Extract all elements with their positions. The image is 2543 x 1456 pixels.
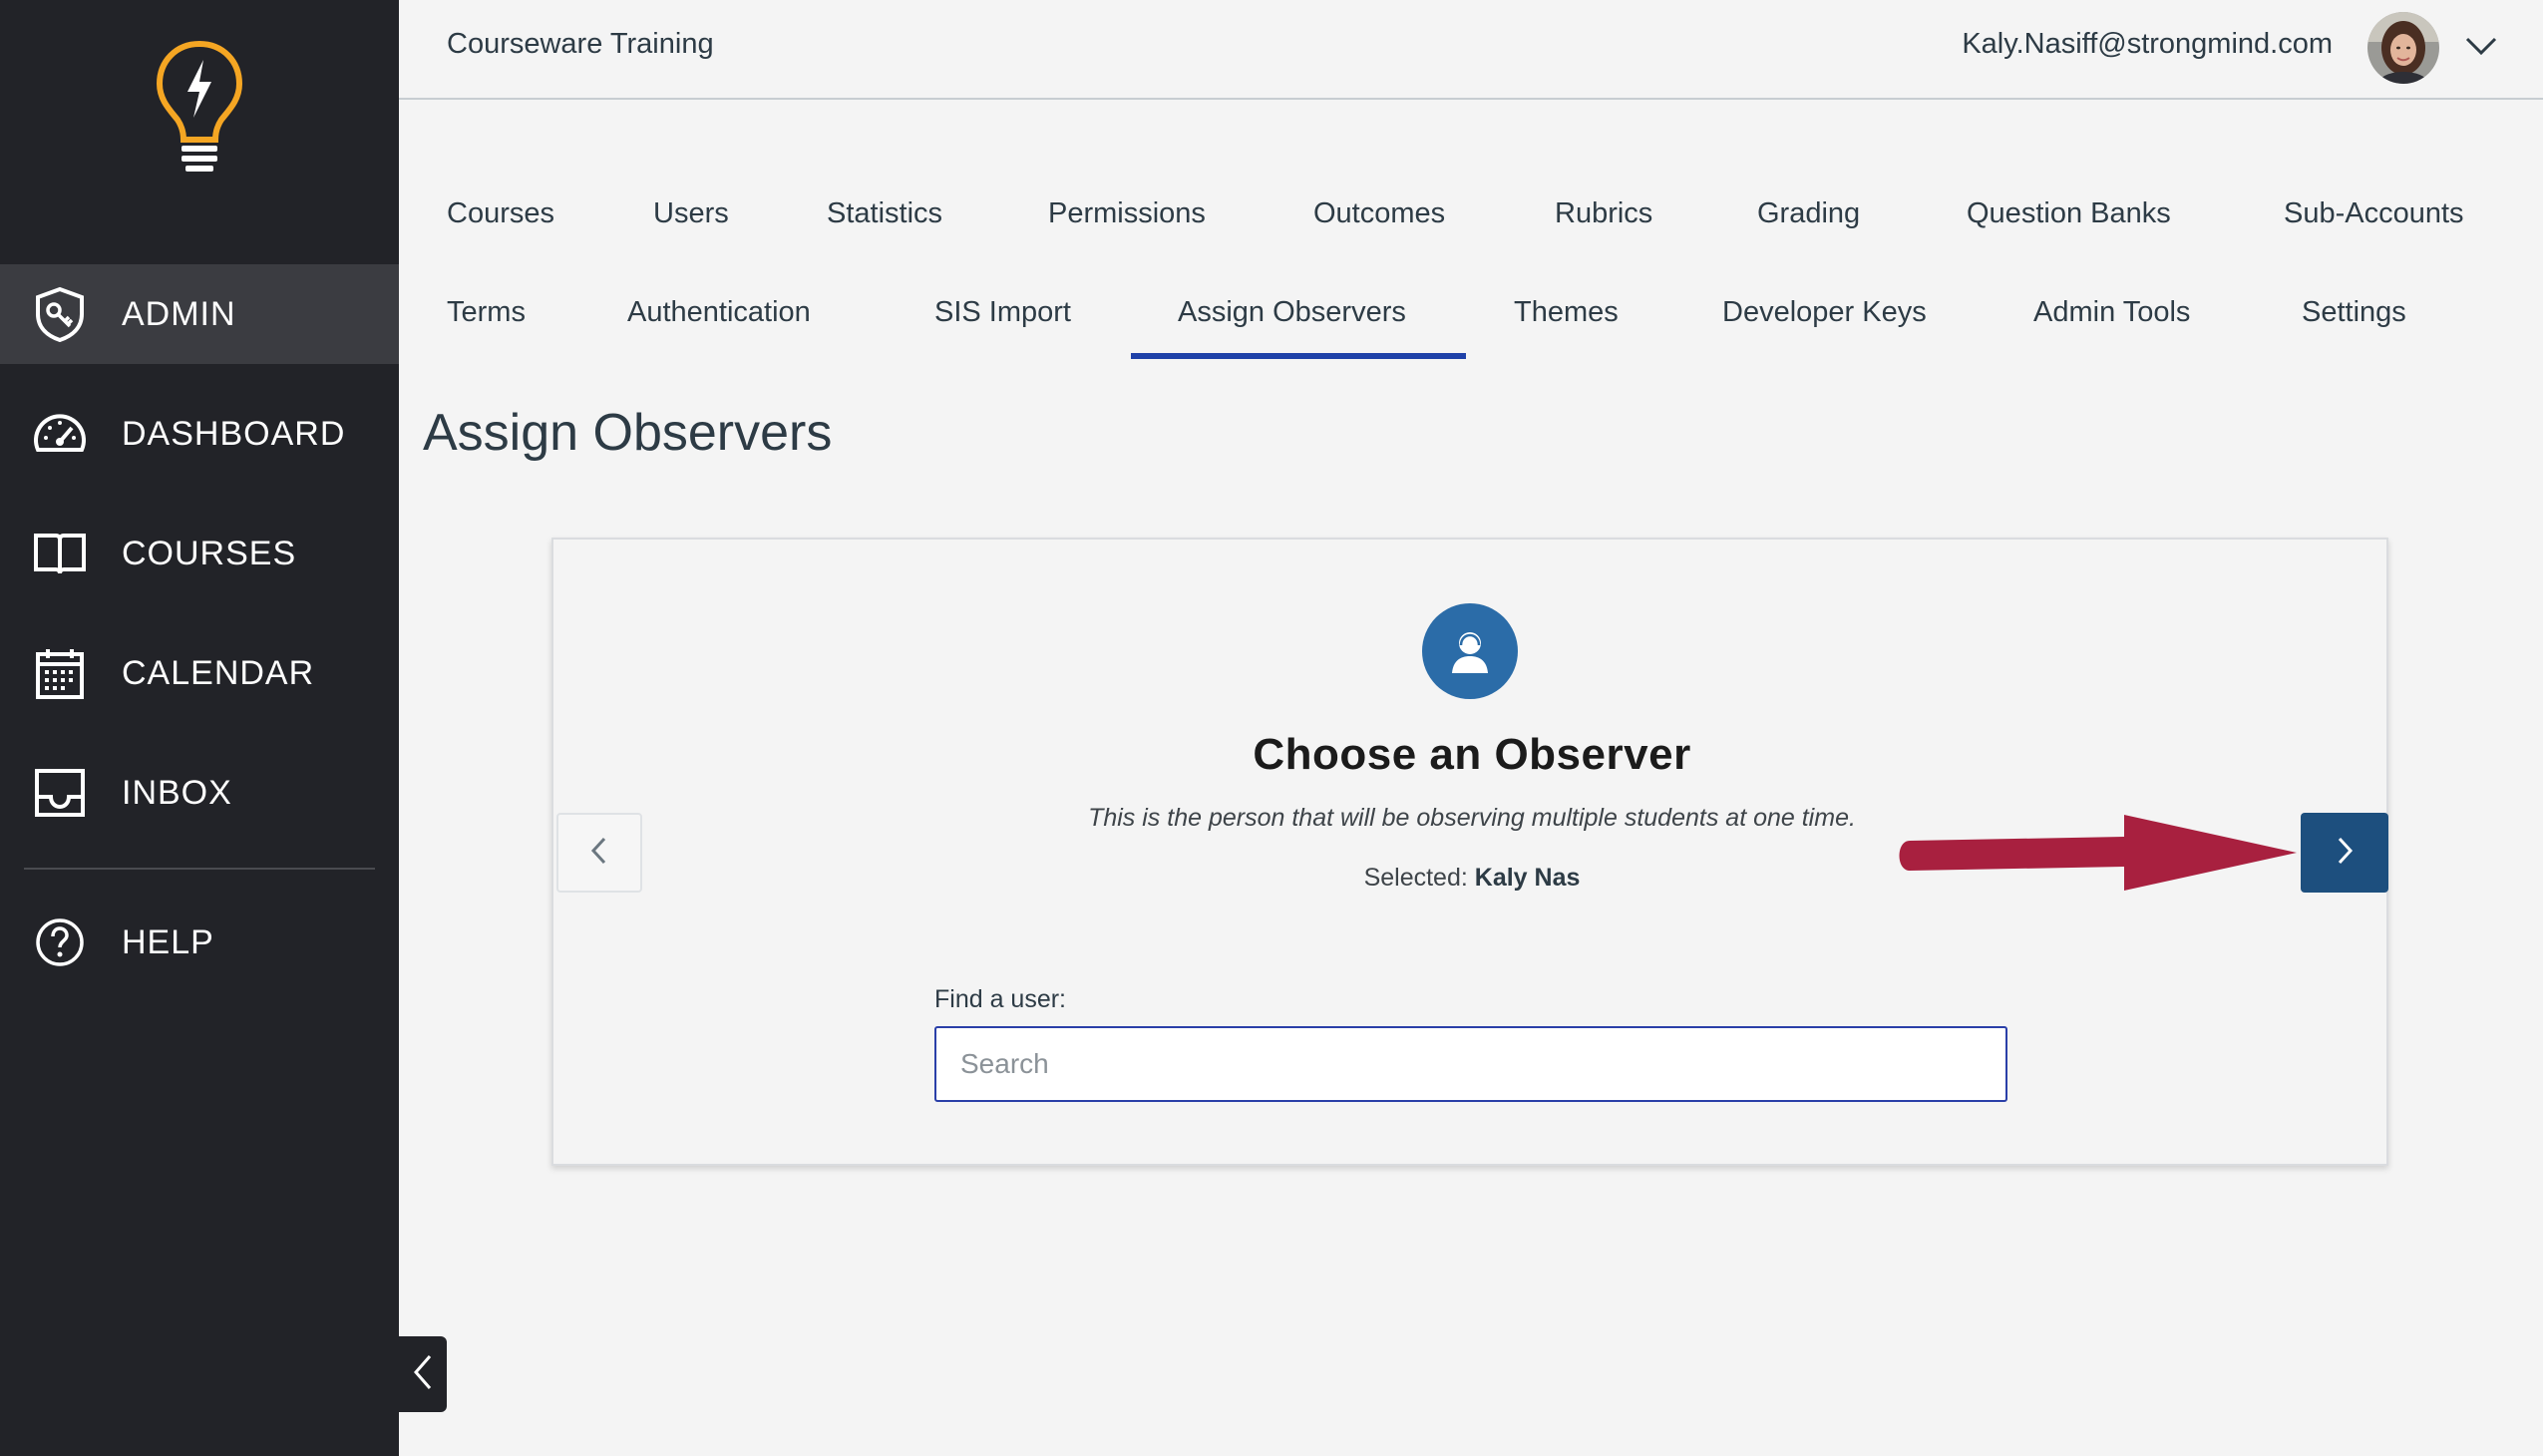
nav-item-courses[interactable]: COURSES xyxy=(0,504,399,603)
nav-item-label: DASHBOARD xyxy=(122,414,346,453)
nav-item-inbox[interactable]: INBOX xyxy=(0,743,399,843)
observer-wizard-card: Choose an Observer This is the person th… xyxy=(551,538,2388,1166)
nav-divider xyxy=(24,868,375,870)
nav-item-admin[interactable]: ADMIN xyxy=(0,264,399,364)
selected-label: Selected: xyxy=(1363,864,1468,892)
nav-item-label: HELP xyxy=(122,922,214,961)
tab-terms[interactable]: Terms xyxy=(447,296,526,329)
next-step-button[interactable] xyxy=(2301,813,2388,893)
previous-step-button[interactable] xyxy=(556,813,642,893)
chevron-right-icon xyxy=(2334,835,2356,872)
tab-question-banks[interactable]: Question Banks xyxy=(1967,197,2171,230)
chevron-down-icon[interactable] xyxy=(2463,28,2499,64)
tab-themes[interactable]: Themes xyxy=(1514,296,1619,329)
inbox-icon xyxy=(32,765,88,821)
global-nav-sidebar: ADMIN DASHBOARD COURSES CALENDAR INBOX H… xyxy=(0,0,399,1456)
lightbulb-logo-icon[interactable] xyxy=(150,36,249,176)
collapse-nav-button[interactable] xyxy=(399,1336,447,1412)
chevron-left-icon xyxy=(588,835,610,872)
tab-grading[interactable]: Grading xyxy=(1757,197,1860,230)
step-title: Choose an Observer xyxy=(1253,730,1691,779)
tab-rubrics[interactable]: Rubrics xyxy=(1555,197,1652,230)
nav-item-label: CALENDAR xyxy=(122,653,315,692)
book-icon xyxy=(32,526,88,581)
nav-item-label: ADMIN xyxy=(122,294,236,333)
annotation-arrow-icon xyxy=(1899,815,2297,891)
user-search-input[interactable] xyxy=(934,1026,2007,1102)
calendar-icon xyxy=(32,645,88,701)
tab-permissions[interactable]: Permissions xyxy=(1048,197,1206,230)
tab-settings[interactable]: Settings xyxy=(2302,296,2406,329)
account-name[interactable]: Courseware Training xyxy=(447,28,714,61)
user-avatar[interactable] xyxy=(2367,12,2439,84)
user-email[interactable]: Kaly.Nasiff@strongmind.com xyxy=(1962,28,2333,61)
tab-authentication[interactable]: Authentication xyxy=(627,296,811,329)
active-tab-indicator xyxy=(1131,353,1466,359)
nav-item-label: COURSES xyxy=(122,534,297,572)
tab-sis-import[interactable]: SIS Import xyxy=(934,296,1071,329)
tab-assign-observers[interactable]: Assign Observers xyxy=(1178,296,1406,329)
admin-shield-icon xyxy=(32,286,88,342)
tab-statistics[interactable]: Statistics xyxy=(827,197,942,230)
nav-item-dashboard[interactable]: DASHBOARD xyxy=(0,384,399,484)
tab-admin-tools[interactable]: Admin Tools xyxy=(2033,296,2190,329)
nav-item-calendar[interactable]: CALENDAR xyxy=(0,623,399,723)
chevron-left-icon xyxy=(411,1352,435,1397)
tab-users[interactable]: Users xyxy=(653,197,729,230)
observer-user-icon xyxy=(1422,603,1518,699)
tab-outcomes[interactable]: Outcomes xyxy=(1313,197,1445,230)
tab-sub-accounts[interactable]: Sub-Accounts xyxy=(2284,197,2464,230)
tab-developer-keys[interactable]: Developer Keys xyxy=(1722,296,1927,329)
find-user-label: Find a user: xyxy=(934,985,1067,1013)
help-icon xyxy=(32,914,88,970)
nav-item-help[interactable]: HELP xyxy=(0,893,399,992)
page-title: Assign Observers xyxy=(423,404,833,462)
selected-user-name: Kaly Nas xyxy=(1474,864,1581,892)
nav-item-label: INBOX xyxy=(122,773,232,812)
dashboard-gauge-icon xyxy=(32,406,88,462)
top-header: Courseware Training Kaly.Nasiff@strongmi… xyxy=(399,0,2543,100)
tab-courses[interactable]: Courses xyxy=(447,197,554,230)
